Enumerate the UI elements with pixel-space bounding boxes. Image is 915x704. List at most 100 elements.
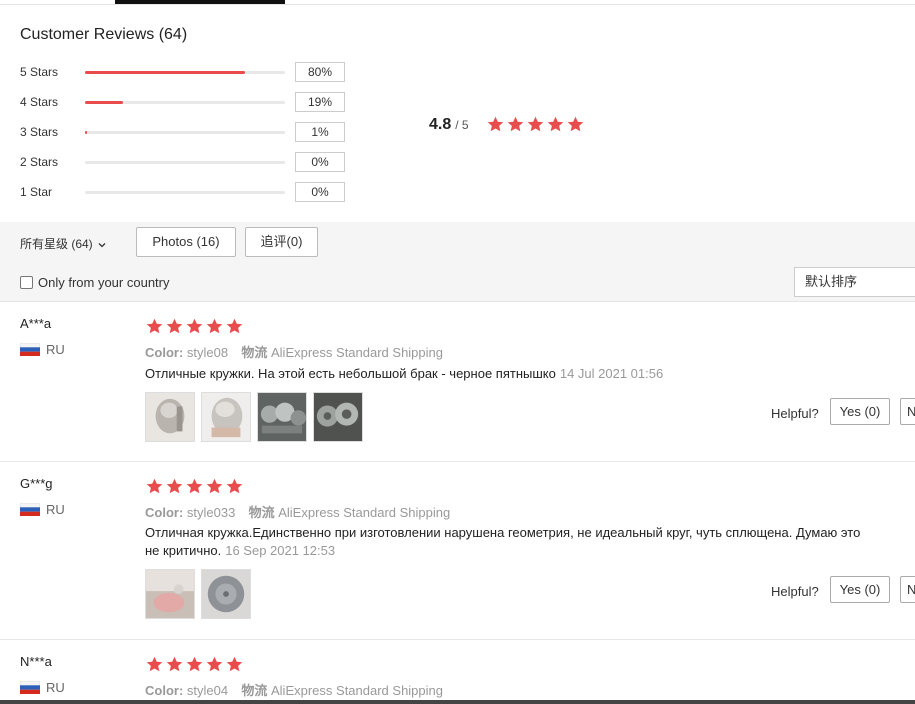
country-code: RU	[46, 342, 65, 357]
reviewer-name: A***a	[20, 316, 52, 331]
review-photos	[145, 392, 363, 442]
star-icon	[526, 115, 545, 134]
rating-bar-track	[85, 161, 285, 164]
review-item: G***g RU Color: style033 物流 AliExpress S…	[0, 462, 915, 640]
only-country-checkbox[interactable]	[20, 276, 33, 289]
star-icon	[205, 477, 224, 496]
star-icon	[165, 317, 184, 336]
helpful-no-button[interactable]: N	[900, 576, 915, 603]
review-photo-thumbnail[interactable]	[201, 569, 251, 619]
review-date: 16 Sep 2021 12:53	[225, 543, 336, 558]
review-meta: Color: style033 物流 AliExpress Standard S…	[145, 502, 450, 521]
star-icon	[165, 655, 184, 674]
review-stars	[145, 477, 244, 496]
photos-filter-button[interactable]: Photos (16)	[136, 227, 236, 257]
rating-row-3[interactable]: 3 Stars 1%	[20, 122, 350, 142]
reviewer-name: G***g	[20, 476, 53, 491]
star-icon	[225, 317, 244, 336]
review-date: 14 Jul 2021 01:56	[559, 366, 664, 381]
average-stars	[486, 115, 585, 134]
star-filter-label: 所有星级 (64)	[20, 237, 93, 251]
rating-percent: 1%	[295, 122, 345, 142]
reviews-title: Customer Reviews (64)	[20, 26, 188, 43]
rating-row-5[interactable]: 5 Stars 80%	[20, 62, 350, 82]
color-label: Color:	[145, 345, 184, 360]
review-text: Отличная кружка.Единственно при изготовл…	[145, 524, 865, 560]
rating-percent: 0%	[295, 152, 345, 172]
shipping-value: AliExpress Standard Shipping	[271, 683, 443, 698]
shipping-value: AliExpress Standard Shipping	[271, 345, 443, 360]
helpful-no-button[interactable]: N	[900, 398, 915, 425]
rating-bar-track	[85, 191, 285, 194]
rating-bar-fill	[85, 131, 87, 134]
review-photo-thumbnail[interactable]	[313, 392, 363, 442]
average-score: 4.8	[429, 116, 452, 133]
star-icon	[486, 115, 505, 134]
helpful-yes-button[interactable]: Yes (0)	[830, 576, 890, 603]
rating-row-4[interactable]: 4 Stars 19%	[20, 92, 350, 112]
star-icon	[205, 655, 224, 674]
review-stars	[145, 655, 244, 674]
review-item: A***a RU Color: style08 物流 AliExpress St…	[0, 302, 915, 462]
helpful-yes-button[interactable]: Yes (0)	[830, 398, 890, 425]
star-icon	[566, 115, 585, 134]
shipping-label: 物流	[241, 345, 268, 360]
reviewer-country: RU	[20, 342, 65, 357]
rating-row-label: 2 Stars	[20, 155, 59, 169]
review-item: N***a RU Color: style04 物流 AliExpress St…	[0, 640, 915, 704]
country-code: RU	[46, 502, 65, 517]
star-icon	[185, 655, 204, 674]
star-icon	[165, 477, 184, 496]
review-meta: Color: style04 物流 AliExpress Standard Sh…	[145, 680, 443, 699]
review-photo-thumbnail[interactable]	[201, 392, 251, 442]
review-meta: Color: style08 物流 AliExpress Standard Sh…	[145, 342, 443, 361]
star-icon	[185, 477, 204, 496]
reviewer-country: RU	[20, 680, 65, 695]
rating-percent: 80%	[295, 62, 345, 82]
review-photo-thumbnail[interactable]	[145, 569, 195, 619]
only-country-label: Only from your country	[38, 275, 170, 290]
color-value: style08	[186, 345, 229, 360]
shipping-value: AliExpress Standard Shipping	[278, 505, 451, 520]
star-icon	[225, 477, 244, 496]
color-value: style033	[186, 505, 236, 520]
review-photo-thumbnail[interactable]	[257, 392, 307, 442]
star-icon	[145, 317, 164, 336]
rating-row-label: 5 Stars	[20, 65, 59, 79]
rating-row-label: 3 Stars	[20, 125, 59, 139]
rating-percent: 0%	[295, 182, 345, 202]
russia-flag-icon	[20, 681, 40, 694]
average-rating: 4.8 / 5	[429, 116, 469, 134]
shipping-label: 物流	[241, 683, 268, 698]
rating-row-label: 4 Stars	[20, 95, 59, 109]
rating-bar-fill	[85, 101, 123, 104]
reviewer-country: RU	[20, 502, 65, 517]
review-photo-thumbnail[interactable]	[145, 392, 195, 442]
star-icon	[506, 115, 525, 134]
russia-flag-icon	[20, 503, 40, 516]
russia-flag-icon	[20, 343, 40, 356]
color-label: Color:	[145, 505, 184, 520]
rating-bar-fill	[85, 71, 245, 74]
star-icon	[145, 655, 164, 674]
only-country-toggle[interactable]: Only from your country	[20, 275, 170, 290]
rating-percent: 19%	[295, 92, 345, 112]
star-filter-dropdown[interactable]: 所有星级 (64)	[20, 235, 107, 252]
star-icon	[185, 317, 204, 336]
review-body: Отличные кружки. На этой есть небольшой …	[145, 366, 556, 381]
average-max: / 5	[455, 118, 469, 132]
sort-select[interactable]: 默认排序	[794, 267, 915, 297]
active-tab-indicator	[115, 0, 285, 4]
additional-reviews-button[interactable]: 追评(0)	[245, 227, 318, 257]
review-text: Отличные кружки. На этой есть небольшой …	[145, 365, 865, 383]
rating-bar-track	[85, 101, 285, 104]
review-stars	[145, 317, 244, 336]
star-icon	[205, 317, 224, 336]
rating-row-2[interactable]: 2 Stars 0%	[20, 152, 350, 172]
chevron-down-icon	[97, 239, 107, 249]
reviewer-name: N***a	[20, 654, 52, 669]
rating-bar-track	[85, 71, 285, 74]
filter-bar: 所有星级 (64) Photos (16) 追评(0) Only from yo…	[0, 222, 915, 302]
rating-bar-track	[85, 131, 285, 134]
rating-row-1[interactable]: 1 Star 0%	[20, 182, 350, 202]
